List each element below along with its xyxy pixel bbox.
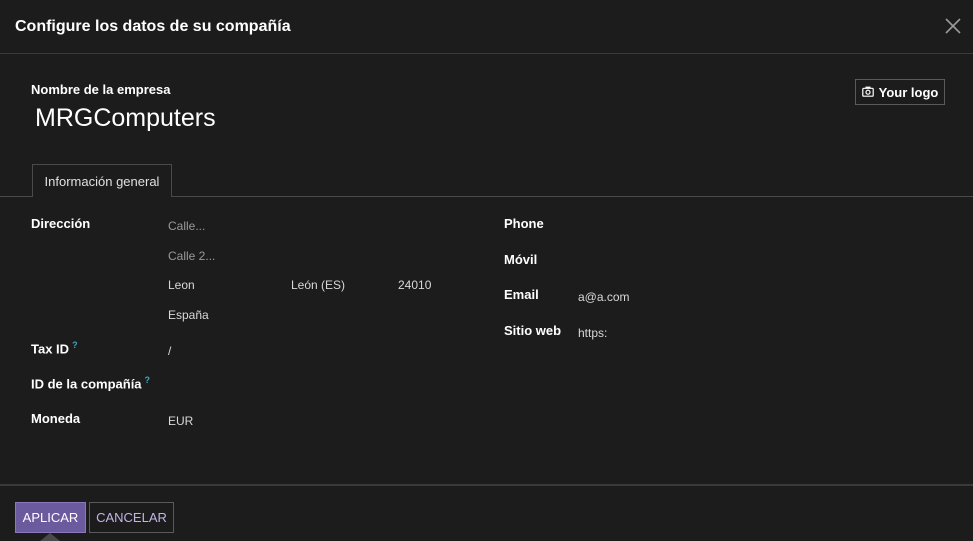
- tax-id-input[interactable]: /: [168, 344, 171, 358]
- tax-id-label: Tax ID?: [31, 340, 78, 356]
- camera-icon: [861, 85, 874, 100]
- website-input[interactable]: https:: [578, 326, 607, 340]
- tax-id-label-text: Tax ID: [31, 341, 70, 357]
- company-id-label-text: ID de la compañía: [31, 376, 142, 392]
- phone-input[interactable]: [578, 219, 878, 235]
- cancel-button[interactable]: CANCELAR: [89, 502, 174, 533]
- address-label: Dirección: [31, 216, 91, 231]
- company-id-input[interactable]: [168, 379, 448, 395]
- tax-id-help-icon[interactable]: ?: [72, 340, 78, 350]
- dialog-header: Configure los datos de su compañía: [0, 0, 973, 54]
- your-logo-button[interactable]: Your logo: [855, 79, 945, 105]
- company-name-input[interactable]: MRGComputers: [35, 104, 216, 133]
- tooltip-caret: [40, 533, 60, 541]
- close-icon[interactable]: [943, 16, 963, 36]
- zip-input[interactable]: 24010: [398, 278, 431, 292]
- your-logo-label: Your logo: [878, 84, 939, 100]
- country-select[interactable]: España: [168, 308, 209, 322]
- company-name-label: Nombre de la empresa: [31, 82, 171, 97]
- tab-informacion-general[interactable]: Información general: [32, 164, 172, 197]
- company-id-help-icon[interactable]: ?: [145, 375, 151, 385]
- state-select[interactable]: León (ES): [291, 278, 345, 292]
- apply-button[interactable]: APLICAR: [15, 502, 86, 533]
- email-input[interactable]: a@a.com: [578, 290, 630, 304]
- dialog-title: Configure los datos de su compañía: [15, 18, 291, 35]
- company-id-label: ID de la compañía?: [31, 375, 150, 391]
- currency-label: Moneda: [31, 411, 81, 426]
- currency-select[interactable]: EUR: [168, 414, 193, 428]
- website-label: Sitio web: [504, 323, 562, 338]
- street-input[interactable]: Calle...: [168, 219, 205, 233]
- mobile-label: Móvil: [504, 252, 538, 267]
- mobile-input[interactable]: [578, 255, 878, 271]
- street2-input[interactable]: Calle 2...: [168, 249, 215, 263]
- phone-label: Phone: [504, 216, 544, 231]
- city-input[interactable]: Leon: [168, 278, 195, 292]
- tab-label: Información general: [44, 173, 160, 189]
- email-label: Email: [504, 287, 539, 302]
